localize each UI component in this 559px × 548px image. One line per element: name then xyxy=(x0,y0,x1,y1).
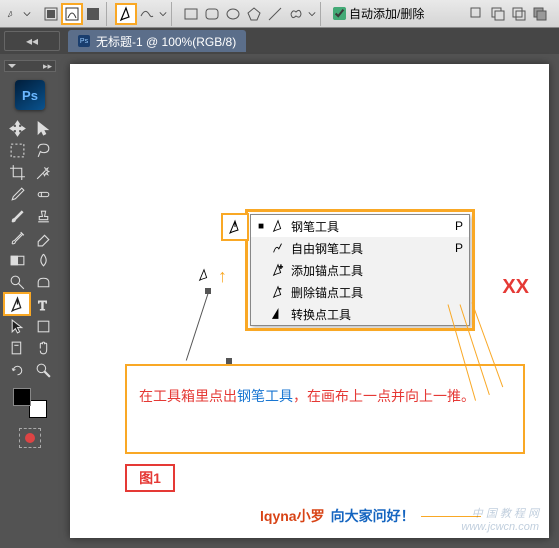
rotate-tool[interactable] xyxy=(5,360,29,380)
brush-tool[interactable] xyxy=(5,206,29,226)
auto-add-delete-checkbox[interactable]: 自动添加/删除 xyxy=(327,5,430,22)
freeform-pen-opt[interactable] xyxy=(137,4,157,24)
heal-tool[interactable] xyxy=(31,184,55,204)
flyout-item-pen[interactable]: ■ 钢笔工具 P xyxy=(251,215,469,237)
path-op-1-icon[interactable] xyxy=(467,4,487,24)
collapse-chevron-icon: ◂◂ xyxy=(26,34,38,48)
flyout-label: 自由钢笔工具 xyxy=(291,240,449,257)
ellipse-icon[interactable] xyxy=(223,4,243,24)
svg-text:-: - xyxy=(279,286,282,293)
history-brush-tool[interactable] xyxy=(5,228,29,248)
signature: lqyna小罗 向大家问好！ xyxy=(260,506,481,526)
pen-tool-flyout: ■ 钢笔工具 P 自由钢笔工具 P + 添加锚点工具 xyxy=(250,214,470,326)
wand-tool[interactable] xyxy=(31,162,55,182)
options-bar: 自动添加/删除 xyxy=(0,0,559,28)
flyout-label: 钢笔工具 xyxy=(291,218,449,235)
fill-pixels-mode[interactable] xyxy=(83,4,103,24)
flyout-key: P xyxy=(455,241,463,255)
path-op-3-icon[interactable] xyxy=(509,4,529,24)
flyout-tool-icon xyxy=(221,213,249,241)
auto-add-delete-input[interactable] xyxy=(333,7,346,20)
polygon-icon[interactable] xyxy=(244,4,264,24)
flyout-label: 删除锚点工具 xyxy=(291,284,457,301)
quick-mask-icon xyxy=(25,433,35,443)
eyedropper-tool[interactable] xyxy=(5,184,29,204)
zoom-tool[interactable] xyxy=(31,360,55,380)
stamp-tool[interactable] xyxy=(31,206,55,226)
quick-mask-button[interactable] xyxy=(19,428,41,448)
canvas-area: ↑ ■ 钢笔工具 P 自由钢笔工具 P xyxy=(60,54,559,548)
type-tool[interactable]: T xyxy=(31,294,55,314)
dodge-tool[interactable] xyxy=(5,272,29,292)
selection-tool[interactable] xyxy=(31,118,55,138)
ps-doc-badge-icon: Ps xyxy=(78,35,90,47)
rect-shape-icon[interactable] xyxy=(181,4,201,24)
flyout-item-add-anchor[interactable]: + 添加锚点工具 xyxy=(251,259,469,281)
shape-opt-arrow[interactable] xyxy=(307,4,317,24)
freeform-pen-icon xyxy=(271,241,285,255)
signature-greet: 向大家问好！ xyxy=(331,506,415,526)
document-tab-bar: ◂◂ Ps 无标题-1 @ 100%(RGB/8) xyxy=(0,28,559,54)
path-op-4-icon[interactable] xyxy=(530,4,550,24)
custom-shape-icon[interactable] xyxy=(286,4,306,24)
flyout-item-delete-anchor[interactable]: - 删除锚点工具 xyxy=(251,281,469,303)
hand-tool[interactable] xyxy=(31,338,55,358)
path-op-2-icon[interactable] xyxy=(488,4,508,24)
svg-text:+: + xyxy=(279,264,283,271)
flyout-item-freeform[interactable]: 自由钢笔工具 P xyxy=(251,237,469,259)
pen-cursor-icon xyxy=(197,268,211,285)
svg-text:T: T xyxy=(38,297,47,312)
shape-layers-mode[interactable] xyxy=(41,4,61,24)
delete-anchor-icon: - xyxy=(271,285,285,299)
crop-tool[interactable] xyxy=(5,162,29,182)
panel-collapse-button[interactable]: ◂◂ xyxy=(4,31,60,51)
rounded-rect-icon[interactable] xyxy=(202,4,222,24)
shape-tool[interactable] xyxy=(31,316,55,336)
signature-name: lqyna小罗 xyxy=(260,506,325,526)
pen-preset-dropdown[interactable] xyxy=(6,4,16,24)
blur-tool[interactable] xyxy=(31,250,55,270)
flyout-active-bullet: ■ xyxy=(257,221,265,232)
gradient-tool[interactable] xyxy=(5,250,29,270)
pen-icon xyxy=(271,219,285,233)
dropdown-arrow-icon[interactable] xyxy=(22,4,32,24)
bg-color-swatch[interactable] xyxy=(29,400,47,418)
canvas[interactable]: ↑ ■ 钢笔工具 P 自由钢笔工具 P xyxy=(70,64,549,538)
path-select-tool[interactable] xyxy=(5,316,29,336)
figure-label: 图1 xyxy=(125,464,175,492)
instruction-box: 在工具箱里点出钢笔工具，在画布上一点并向上一推。 xyxy=(125,364,525,454)
lasso-tool[interactable] xyxy=(31,140,55,160)
toolbox-header[interactable]: ▸▸ xyxy=(4,60,56,72)
pen-tool-opt[interactable] xyxy=(116,4,136,24)
up-arrow-icon: ↑ xyxy=(218,266,227,287)
flyout-label: 添加锚点工具 xyxy=(291,262,457,279)
marquee-tool[interactable] xyxy=(5,140,29,160)
convert-point-icon xyxy=(271,307,285,321)
ps-logo-icon: Ps xyxy=(15,80,45,110)
add-anchor-icon: + xyxy=(271,263,285,277)
pen-tool[interactable] xyxy=(5,294,29,314)
paths-mode[interactable] xyxy=(62,4,82,24)
document-title: 无标题-1 @ 100%(RGB/8) xyxy=(96,33,236,50)
notes-tool[interactable] xyxy=(5,338,29,358)
flyout-label: 转换点工具 xyxy=(291,306,457,323)
workspace: ▸▸ Ps T xyxy=(0,54,559,548)
document-tab[interactable]: Ps 无标题-1 @ 100%(RGB/8) xyxy=(68,30,246,52)
sponge-tool[interactable] xyxy=(31,272,55,292)
pen-opt-arrow[interactable] xyxy=(158,4,168,24)
toolbox: ▸▸ Ps T xyxy=(0,54,60,548)
eraser-tool[interactable] xyxy=(31,228,55,248)
auto-add-delete-label: 自动添加/删除 xyxy=(349,5,424,22)
pen-path-demo: ↑ xyxy=(190,282,192,362)
xx-annotation: XX xyxy=(502,276,529,299)
flyout-item-convert[interactable]: 转换点工具 xyxy=(251,303,469,325)
instruction-text: 在工具箱里点出钢笔工具，在画布上一点并向上一推。 xyxy=(139,386,511,407)
line-shape-icon[interactable] xyxy=(265,4,285,24)
watermark: 中 国 教 程 网 www.jcwcn.com xyxy=(461,508,539,534)
fg-color-swatch[interactable] xyxy=(13,388,31,406)
flyout-key: P xyxy=(455,219,463,233)
move-tool[interactable] xyxy=(5,118,29,138)
color-swatches[interactable] xyxy=(13,388,47,418)
